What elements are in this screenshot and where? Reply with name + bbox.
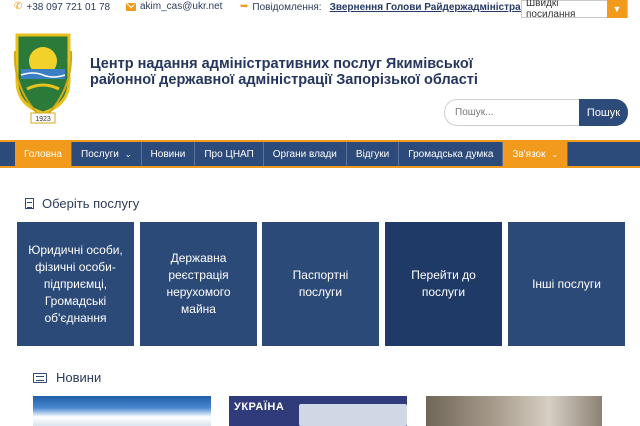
document-icon [25,198,34,209]
nav-item-public-opinion[interactable]: Громадська думка [399,142,504,166]
quick-links-dropdown[interactable]: Швидкі посилання ▼ [521,0,628,20]
nav-item-services[interactable]: Послуги ⌄ [72,142,142,166]
chevron-down-icon: ▼ [607,0,627,18]
news-thumbnail-1[interactable] [33,396,211,426]
search-button[interactable]: Пошук [579,99,628,126]
notice-label: Повідомлення: [252,1,322,13]
search-box: Пошук [444,99,628,126]
chevron-down-icon: ⌄ [551,149,559,159]
coat-of-arms-logo[interactable]: 1923 [13,31,73,126]
site-title[interactable]: Центр надання адміністративних послуг Як… [90,56,510,88]
logo-year: 1923 [35,116,51,123]
nav-item-contact[interactable]: Зв'язок ⌄ [503,142,569,166]
services-heading-text: Оберіть послугу [42,196,140,211]
email-address: akim_cas@ukr.net [140,1,223,12]
services-heading: Оберіть послугу [25,196,139,211]
megaphone-icon: ➥ [240,1,249,12]
thumbnail-text: УКРАЇНА [234,401,285,413]
quick-links-label: Швидкі посилання [526,0,576,20]
service-tile-property-registration[interactable]: Державна реєстрація нерухомого майна [140,222,257,346]
nav-item-home[interactable]: Головна [15,142,72,166]
nav-item-news[interactable]: Новини [142,142,196,166]
service-tile-passport[interactable]: Паспортні послуги [262,222,379,346]
nav-item-about[interactable]: Про ЦНАП [195,142,264,166]
search-input[interactable] [444,99,582,126]
notice-link[interactable]: Звернення Голови Райдержадміністрації [330,2,533,13]
news-thumbnail-2[interactable]: УКРАЇНА [229,396,407,426]
newspaper-icon [33,372,47,383]
main-nav: Головна Послуги ⌄ Новини Про ЦНАП Органи … [0,140,640,168]
nav-item-authorities[interactable]: Органи влади [264,142,347,166]
phone-number: +38 097 721 01 78 [26,1,111,13]
notice: ➥ Повідомлення: Звернення Голови Райдерж… [240,1,532,13]
phone-contact[interactable]: ✆ +38 097 721 01 78 [14,1,110,13]
news-heading: Новини [33,370,101,385]
phone-icon: ✆ [14,1,23,12]
chevron-down-icon: ⌄ [124,149,132,159]
site-title-line2: районної державної адміністрації Запоріз… [90,72,478,88]
mail-icon [126,2,136,11]
service-tile-go-to-service[interactable]: Перейти до послуги [385,222,502,346]
news-thumbnail-3[interactable] [426,396,602,426]
news-heading-text: Новини [56,370,102,385]
site-title-line1: Центр надання адміністративних послуг Як… [90,56,473,72]
top-bar: ✆ +38 097 721 01 78 akim_cas@ukr.net ➥ П… [0,0,640,20]
email-contact[interactable]: akim_cas@ukr.net [126,1,222,12]
service-tile-other[interactable]: Інші послуги [508,222,625,346]
nav-item-reviews[interactable]: Відгуки [347,142,400,166]
id-card-image [299,404,407,426]
service-tile-legal-entities[interactable]: Юридичні особи, фізичні особи-підприємці… [17,222,134,346]
